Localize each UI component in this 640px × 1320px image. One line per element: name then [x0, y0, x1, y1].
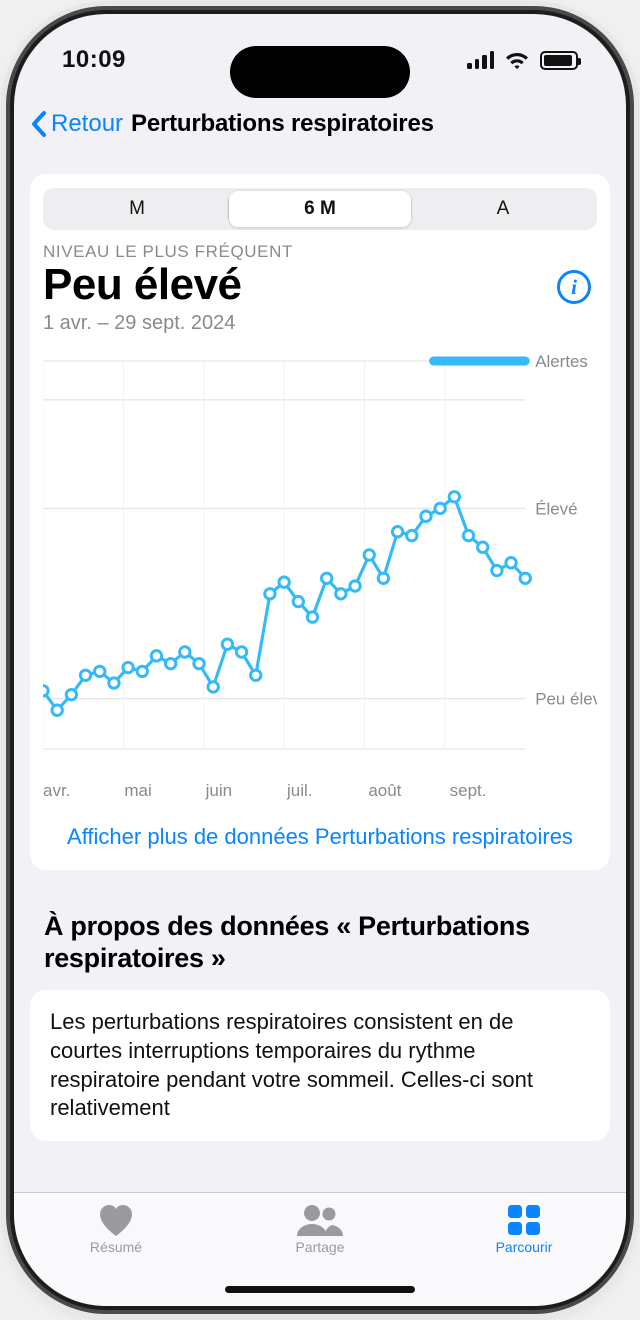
page-title: Perturbations respiratoires [131, 110, 434, 138]
tab-label: Partage [295, 1239, 344, 1255]
cellular-icon [467, 51, 494, 69]
nav-bar: Retour Perturbations respiratoires [14, 106, 626, 150]
x-tick: juin [206, 781, 287, 801]
show-more-link[interactable]: Afficher plus de données Perturbations r… [43, 823, 597, 852]
x-tick: juil. [287, 781, 368, 801]
svg-text:Alertes: Alertes [535, 352, 588, 371]
wifi-icon [504, 50, 530, 70]
x-tick: avr. [43, 781, 124, 801]
heart-icon [97, 1203, 135, 1237]
segment-6months[interactable]: 6 M [229, 191, 411, 227]
metric-value: Peu élevé [43, 260, 242, 310]
tab-label: Parcourir [496, 1239, 553, 1255]
info-button[interactable]: i [557, 270, 591, 304]
svg-text:Élevé: Élevé [535, 499, 577, 518]
chart-area[interactable]: Alertes Élevé Peu élevé [43, 351, 597, 779]
back-button[interactable]: Retour [30, 110, 129, 138]
about-title: À propos des données « Perturbations res… [44, 910, 596, 975]
range-segmented: M 6 M A [43, 188, 597, 230]
side-button-vol-up [2, 270, 8, 360]
grid-icon [506, 1203, 542, 1237]
segment-year[interactable]: A [412, 191, 594, 227]
x-tick: août [368, 781, 449, 801]
status-time: 10:09 [62, 46, 126, 74]
tab-label: Résumé [90, 1239, 142, 1255]
metric-caption: NIVEAU LE PLUS FRÉQUENT [43, 242, 597, 262]
main-card: M 6 M A NIVEAU LE PLUS FRÉQUENT Peu élev… [30, 174, 610, 870]
x-tick: sept. [450, 781, 531, 801]
battery-icon [540, 51, 578, 70]
side-button-vol-down [2, 380, 8, 470]
svg-text:Peu élevé: Peu élevé [535, 690, 597, 709]
side-button-silent [2, 200, 8, 242]
people-icon [295, 1203, 345, 1237]
tab-browse[interactable]: Parcourir [422, 1199, 626, 1306]
home-indicator[interactable] [225, 1286, 415, 1293]
dynamic-island [230, 46, 410, 98]
about-card: Les perturbations respiratoires consiste… [30, 990, 610, 1140]
date-range: 1 avr. – 29 sept. 2024 [43, 312, 597, 335]
chevron-left-icon [30, 110, 47, 138]
tab-summary[interactable]: Résumé [14, 1199, 218, 1306]
side-button-power [632, 300, 638, 440]
x-tick: mai [124, 781, 205, 801]
chart-x-axis: avr.maijuinjuil.aoûtsept. [43, 781, 597, 801]
back-label: Retour [51, 110, 123, 138]
segment-month[interactable]: M [46, 191, 228, 227]
